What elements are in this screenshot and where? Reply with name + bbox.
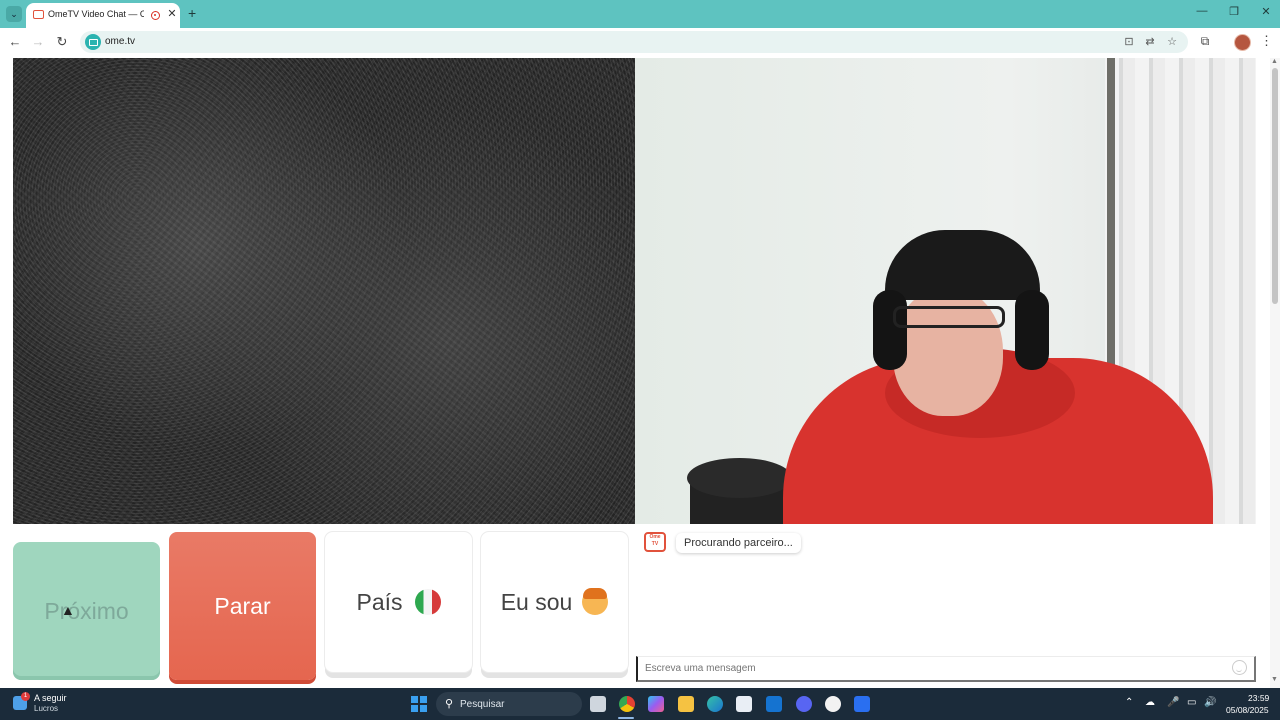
partner-video xyxy=(13,58,635,524)
italy-flag-icon xyxy=(414,589,441,615)
recording-indicator-icon xyxy=(151,11,160,20)
back-icon[interactable]: ← xyxy=(7,34,23,50)
next-button[interactable]: Próximo xyxy=(13,542,160,680)
stop-button[interactable]: Parar xyxy=(169,532,316,680)
ometv-favicon-icon xyxy=(33,10,44,19)
install-app-icon[interactable]: ⊡ xyxy=(1121,35,1137,48)
camera-person-headphone-right xyxy=(1015,290,1049,370)
gender-button-label: Eu sou xyxy=(500,588,573,615)
chrome-active-indicator xyxy=(618,717,634,719)
tab-title: OmeTV Video Chat — Ome xyxy=(48,9,144,19)
scroll-up-arrow-icon[interactable]: ▲ xyxy=(1271,58,1278,65)
url-text[interactable]: ome.tv xyxy=(105,36,135,47)
browser-tab-strip: ⌄ OmeTV Video Chat — Ome ✕ + — ❐ ✕ xyxy=(0,0,1280,28)
camera-person-cap xyxy=(885,230,1040,300)
minimize-button[interactable]: — xyxy=(1192,5,1212,17)
widgets-subtitle[interactable]: Lucros xyxy=(34,704,58,713)
clock-time[interactable]: 23:59 xyxy=(1248,693,1269,703)
scrollbar-thumb[interactable] xyxy=(1272,68,1278,304)
stop-button-label: Parar xyxy=(214,592,271,619)
extensions-icon[interactable]: ⧉ xyxy=(1197,34,1213,49)
copilot-icon[interactable] xyxy=(648,696,664,712)
app-grid-icon[interactable] xyxy=(854,696,870,712)
network-icon[interactable]: ▭ xyxy=(1187,697,1196,708)
chat-panel: Ome TV Procurando parceiro... xyxy=(636,526,1256,682)
clock-date[interactable]: 05/08/2025 xyxy=(1226,705,1269,715)
forward-icon[interactable]: → xyxy=(30,34,46,50)
camera-scene-stool xyxy=(687,458,792,498)
reload-icon[interactable]: ↻ xyxy=(54,34,70,50)
country-button-label: País xyxy=(356,588,403,615)
file-explorer-icon[interactable] xyxy=(678,696,694,712)
chrome-icon[interactable] xyxy=(619,696,635,712)
outlook-icon[interactable] xyxy=(766,696,782,712)
microphone-icon[interactable]: 🎤 xyxy=(1167,697,1179,708)
video-static-noise xyxy=(13,58,635,524)
mouse-cursor-icon: ▲ xyxy=(61,602,75,618)
edge-icon[interactable] xyxy=(707,696,723,712)
search-icon: ⚲ xyxy=(445,698,454,710)
site-info-icon[interactable] xyxy=(85,34,101,50)
browser-toolbar: ← → ↻ ome.tv ⊡ ⇄ ☆ ⧉ ⋮ xyxy=(0,28,1280,56)
close-window-button[interactable]: ✕ xyxy=(1256,5,1276,18)
taskbar-search-box[interactable]: ⚲ Pesquisar xyxy=(436,692,582,716)
browser-menu-icon[interactable]: ⋮ xyxy=(1260,33,1273,49)
camera-person-glasses xyxy=(893,306,1005,328)
emoji-picker-icon[interactable] xyxy=(1232,660,1247,675)
scroll-down-arrow-icon[interactable]: ▼ xyxy=(1271,676,1278,683)
translate-icon[interactable]: ⇄ xyxy=(1142,35,1158,48)
tray-chevron-icon[interactable]: ⌃ xyxy=(1125,697,1133,708)
address-bar[interactable]: ome.tv ⊡ ⇄ ☆ xyxy=(80,31,1188,53)
gender-button[interactable]: Eu sou xyxy=(481,532,628,672)
next-button-label: Próximo xyxy=(44,597,129,624)
chat-status-message: Procurando parceiro... xyxy=(676,533,801,553)
ometv-logo-icon: Ome TV xyxy=(644,532,666,552)
onedrive-cloud-icon[interactable]: ☁ xyxy=(1145,697,1155,708)
country-button[interactable]: País xyxy=(325,532,472,672)
widgets-badge: 1 xyxy=(21,692,30,701)
discord-icon[interactable] xyxy=(796,696,812,712)
self-camera-video xyxy=(635,58,1256,524)
microsoft-store-icon[interactable] xyxy=(736,696,752,712)
new-tab-button[interactable]: + xyxy=(188,5,196,21)
widgets-title[interactable]: A seguir xyxy=(34,693,67,703)
ometv-page: Próximo Parar País Eu sou ▲ Ome TV Procu… xyxy=(0,56,1280,688)
profile-avatar[interactable] xyxy=(1234,34,1251,51)
volume-icon[interactable]: 🔊 xyxy=(1204,697,1216,708)
task-view-icon[interactable] xyxy=(590,696,606,712)
tab-close-icon[interactable]: ✕ xyxy=(166,7,178,21)
boy-emoji-icon xyxy=(582,588,609,615)
tab-search-icon[interactable]: ⌄ xyxy=(6,6,22,22)
start-windows-icon[interactable] xyxy=(411,696,427,712)
chatgpt-icon[interactable] xyxy=(825,696,841,712)
camera-person-headphone-left xyxy=(873,290,907,370)
restore-button[interactable]: ❐ xyxy=(1224,5,1244,18)
tab-ometv[interactable]: OmeTV Video Chat — Ome ✕ xyxy=(26,3,180,28)
bookmark-star-icon[interactable]: ☆ xyxy=(1164,35,1180,48)
taskbar-search-placeholder: Pesquisar xyxy=(460,699,505,710)
windows-taskbar: 1 A seguir Lucros ⚲ Pesquisar ⌃ ☁ 🎤 ▭ 🔊 … xyxy=(0,688,1280,720)
chat-message-input[interactable] xyxy=(636,656,1256,682)
